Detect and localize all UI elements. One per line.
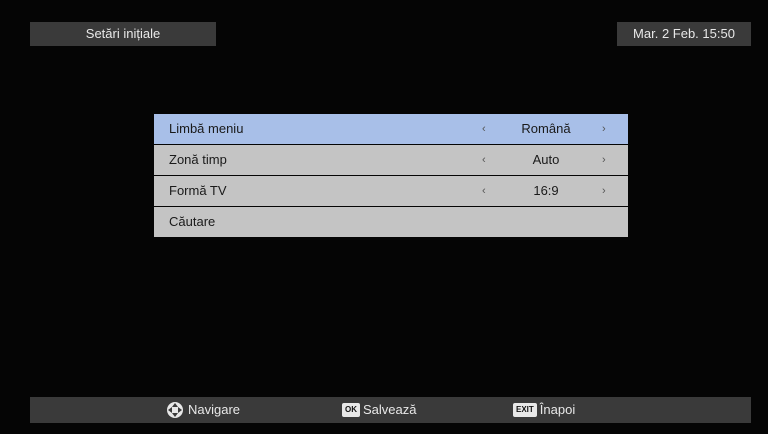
menu-item-value: 16:9 xyxy=(533,183,559,198)
ok-key-icon: OK xyxy=(342,403,360,417)
chevron-left-icon[interactable]: ‹ xyxy=(482,176,486,206)
menu-item-value: Română xyxy=(521,121,571,136)
settings-menu: Limbă meniu ‹ Română › Zonă timp ‹ Auto … xyxy=(154,114,628,238)
navigate-hint: Navigare xyxy=(166,397,240,423)
back-label: Înapoi xyxy=(539,402,576,417)
menu-item-value: Auto xyxy=(532,152,560,167)
menu-item-tv-format[interactable]: Formă TV ‹ 16:9 › xyxy=(154,176,628,206)
menu-item-label: Căutare xyxy=(169,214,216,229)
menu-item-language[interactable]: Limbă meniu ‹ Română › xyxy=(154,114,628,144)
datetime-display: Mar. 2 Feb. 15:50 xyxy=(617,22,751,46)
chevron-right-icon[interactable]: › xyxy=(602,176,606,206)
navigate-label: Navigare xyxy=(188,402,241,417)
exit-key-icon: EXIT xyxy=(513,403,537,417)
page-title: Setări inițiale xyxy=(30,22,216,46)
menu-item-time-zone[interactable]: Zonă timp ‹ Auto › xyxy=(154,145,628,175)
chevron-right-icon[interactable]: › xyxy=(602,114,606,144)
chevron-left-icon[interactable]: ‹ xyxy=(482,114,486,144)
chevron-right-icon[interactable]: › xyxy=(602,145,606,175)
menu-item-label: Limbă meniu xyxy=(169,121,244,136)
menu-item-label: Formă TV xyxy=(169,183,227,198)
chevron-left-icon[interactable]: ‹ xyxy=(482,145,486,175)
menu-item-label: Zonă timp xyxy=(169,152,227,167)
navigation-pad-icon xyxy=(167,402,183,418)
save-label: Salvează xyxy=(363,402,417,417)
menu-item-search[interactable]: Căutare xyxy=(154,207,628,237)
back-hint[interactable]: EXIT Înapoi xyxy=(513,397,575,423)
tv-screen: Setări inițiale Mar. 2 Feb. 15:50 Limbă … xyxy=(0,0,768,434)
footer-hint-bar: Navigare OK Salvează EXIT Înapoi xyxy=(30,397,751,423)
save-hint[interactable]: OK Salvează xyxy=(342,397,416,423)
